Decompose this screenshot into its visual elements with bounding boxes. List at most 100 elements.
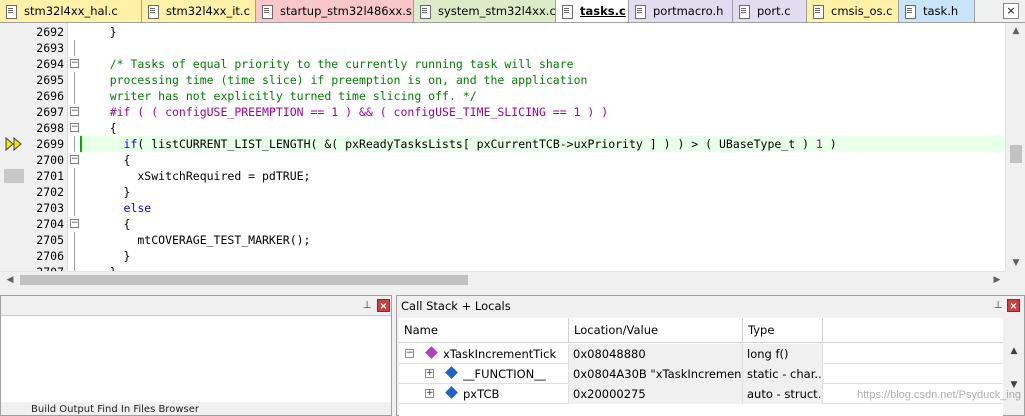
close-panel-button[interactable]: × — [377, 299, 390, 312]
fold-line — [74, 168, 75, 184]
code-line[interactable]: { — [82, 120, 117, 136]
tab-cmsis-os-c[interactable]: cmsis_os.c — [807, 0, 899, 22]
fold-line — [74, 200, 75, 216]
pin-icon[interactable]: ⊥ — [992, 299, 1004, 313]
code-line[interactable]: /* Tasks of equal priority to the curren… — [82, 56, 574, 72]
cell-value[interactable]: 0x0804A30B "xTaskIncrementT... — [569, 364, 743, 384]
cell-type: static - char... — [743, 364, 823, 384]
line-number: 2696 — [36, 89, 64, 103]
tab-stm32l4xx-hal-c[interactable]: stm32l4xx_hal.c — [0, 0, 142, 22]
scroll-thumb[interactable] — [20, 275, 468, 285]
code-line[interactable]: mtCOVERAGE_TEST_MARKER(); — [82, 232, 310, 248]
expand-icon[interactable]: + — [425, 389, 434, 398]
line-number: 2692 — [36, 25, 64, 39]
code-line[interactable]: { — [82, 216, 131, 232]
code-line[interactable]: else — [82, 200, 152, 216]
line-number: 2705 — [36, 233, 64, 247]
code-line[interactable]: xSwitchRequired = pdTRUE; — [82, 168, 310, 184]
tab-tasks-c[interactable]: tasks.c — [556, 0, 629, 22]
fold-line — [74, 40, 75, 56]
fold-toggle-icon[interactable]: − — [70, 107, 79, 116]
variable-icon — [445, 366, 458, 379]
line-marker — [4, 169, 24, 183]
fold-line — [74, 136, 75, 152]
variable-icon — [445, 386, 458, 399]
tab-label: port.c — [757, 4, 791, 18]
code-line[interactable]: } — [82, 184, 131, 200]
code-line[interactable]: { — [82, 152, 131, 168]
scroll-up-icon[interactable]: ▲ — [1006, 23, 1025, 39]
editor-horizontal-scrollbar[interactable]: ◀ ▶ — [0, 271, 1005, 287]
editor-vertical-scrollbar[interactable]: ▲ ▼ — [1005, 23, 1025, 271]
expand-icon[interactable]: + — [425, 369, 434, 378]
output-panel-body[interactable] — [1, 316, 391, 402]
pin-icon[interactable]: ⊥ — [361, 299, 373, 313]
call-stack-grid[interactable]: Name Location/Value Type − xTaskIncrement… — [399, 318, 1003, 416]
line-number: 2704 — [36, 217, 64, 231]
code-line[interactable]: #if ( ( configUSE_PREEMPTION == 1 ) && (… — [82, 104, 609, 120]
output-panel-titlebar: ⊥ × — [1, 296, 391, 316]
cell-type: auto - struct... — [743, 384, 823, 404]
collapse-icon[interactable]: − — [405, 349, 414, 358]
line-number: 2701 — [36, 169, 64, 183]
code-editor[interactable]: 2692 } 2693 2694− /* Tasks of equal priori… — [0, 23, 1025, 271]
call-stack-title: Call Stack + Locals — [401, 299, 511, 313]
panel-splitter[interactable] — [0, 287, 1025, 295]
tab-label: stm32l4xx_it.c — [166, 4, 250, 18]
column-header-location[interactable]: Location/Value — [569, 318, 743, 343]
code-line[interactable]: } — [82, 24, 117, 40]
tab-startup-stm32l486xx-s[interactable]: startup_stm32l486xx.s — [256, 0, 414, 22]
fold-line — [74, 72, 75, 88]
tab-port-c[interactable]: port.c — [733, 0, 807, 22]
output-panel-tabs[interactable]: Build Output Find In Files Browser — [1, 404, 391, 416]
code-line[interactable]: processing time (time slice) if preempti… — [82, 72, 588, 88]
file-icon — [147, 4, 159, 19]
close-tab-button[interactable]: × — [1003, 3, 1019, 19]
call-stack-row[interactable]: − xTaskIncrementTick 0x08048880 long f() — [399, 344, 1003, 364]
column-header-name[interactable]: Name — [399, 318, 569, 343]
fold-line — [74, 184, 75, 200]
tab-label: task.h — [923, 4, 959, 18]
line-number: 2702 — [36, 185, 64, 199]
code-line[interactable]: writer has not explicitly turned time sl… — [82, 88, 477, 104]
scroll-right-icon[interactable]: ▶ — [989, 272, 1005, 288]
code-line[interactable]: } — [82, 248, 131, 264]
fold-toggle-icon[interactable]: − — [70, 123, 79, 132]
watermark: https://blog.csdn.net/Psyduck_ing — [857, 389, 1021, 401]
fold-toggle-icon[interactable]: − — [70, 155, 79, 164]
code-line[interactable]: } — [82, 264, 117, 271]
fold-toggle-icon[interactable]: − — [70, 59, 79, 68]
call-stack-row[interactable]: + __FUNCTION__0x0804A30B "xTaskIncrementT… — [399, 364, 1003, 384]
line-number: 2698 — [36, 121, 64, 135]
cell-name: __FUNCTION__ — [463, 364, 569, 384]
file-icon — [261, 4, 273, 19]
output-panel: ⊥ × Build Output Find In Files Browser — [0, 295, 392, 416]
tab-label: startup_stm32l486xx.s — [280, 4, 412, 18]
fold-line — [74, 248, 75, 264]
line-number: 2700 — [36, 153, 64, 167]
line-number: 2697 — [36, 105, 64, 119]
scroll-down-icon[interactable]: ▼ — [1006, 255, 1025, 271]
tab-task-h[interactable]: task.h — [899, 0, 975, 22]
close-panel-button[interactable]: × — [1007, 299, 1020, 312]
cell-value[interactable]: 0x08048880 — [569, 344, 743, 364]
fold-toggle-icon[interactable]: − — [70, 219, 79, 228]
tab-system-stm32l4xx-c[interactable]: system_stm32l4xx.c — [414, 0, 556, 22]
line-number: 2693 — [36, 41, 64, 55]
tab-portmacro-h[interactable]: portmacro.h — [629, 0, 733, 22]
scroll-up-icon[interactable]: ▲ — [1007, 344, 1021, 358]
tab-label: cmsis_os.c — [831, 4, 893, 18]
code-line[interactable]: if( listCURRENT_LIST_LENGTH( &( pxReadyT… — [82, 136, 837, 152]
file-icon — [634, 4, 646, 19]
scroll-corner — [1005, 271, 1025, 287]
tab-label: stm32l4xx_hal.c — [24, 4, 118, 18]
cell-value[interactable]: 0x20000275 — [569, 384, 743, 404]
line-number: 2706 — [36, 249, 64, 263]
file-icon — [812, 4, 824, 19]
scroll-left-icon[interactable]: ◀ — [2, 272, 18, 288]
tab-stm32l4xx-it-c[interactable]: stm32l4xx_it.c — [142, 0, 256, 22]
file-icon — [419, 4, 431, 19]
scroll-thumb[interactable] — [1010, 145, 1022, 163]
column-header-type[interactable]: Type — [743, 318, 823, 343]
file-icon — [561, 4, 573, 19]
